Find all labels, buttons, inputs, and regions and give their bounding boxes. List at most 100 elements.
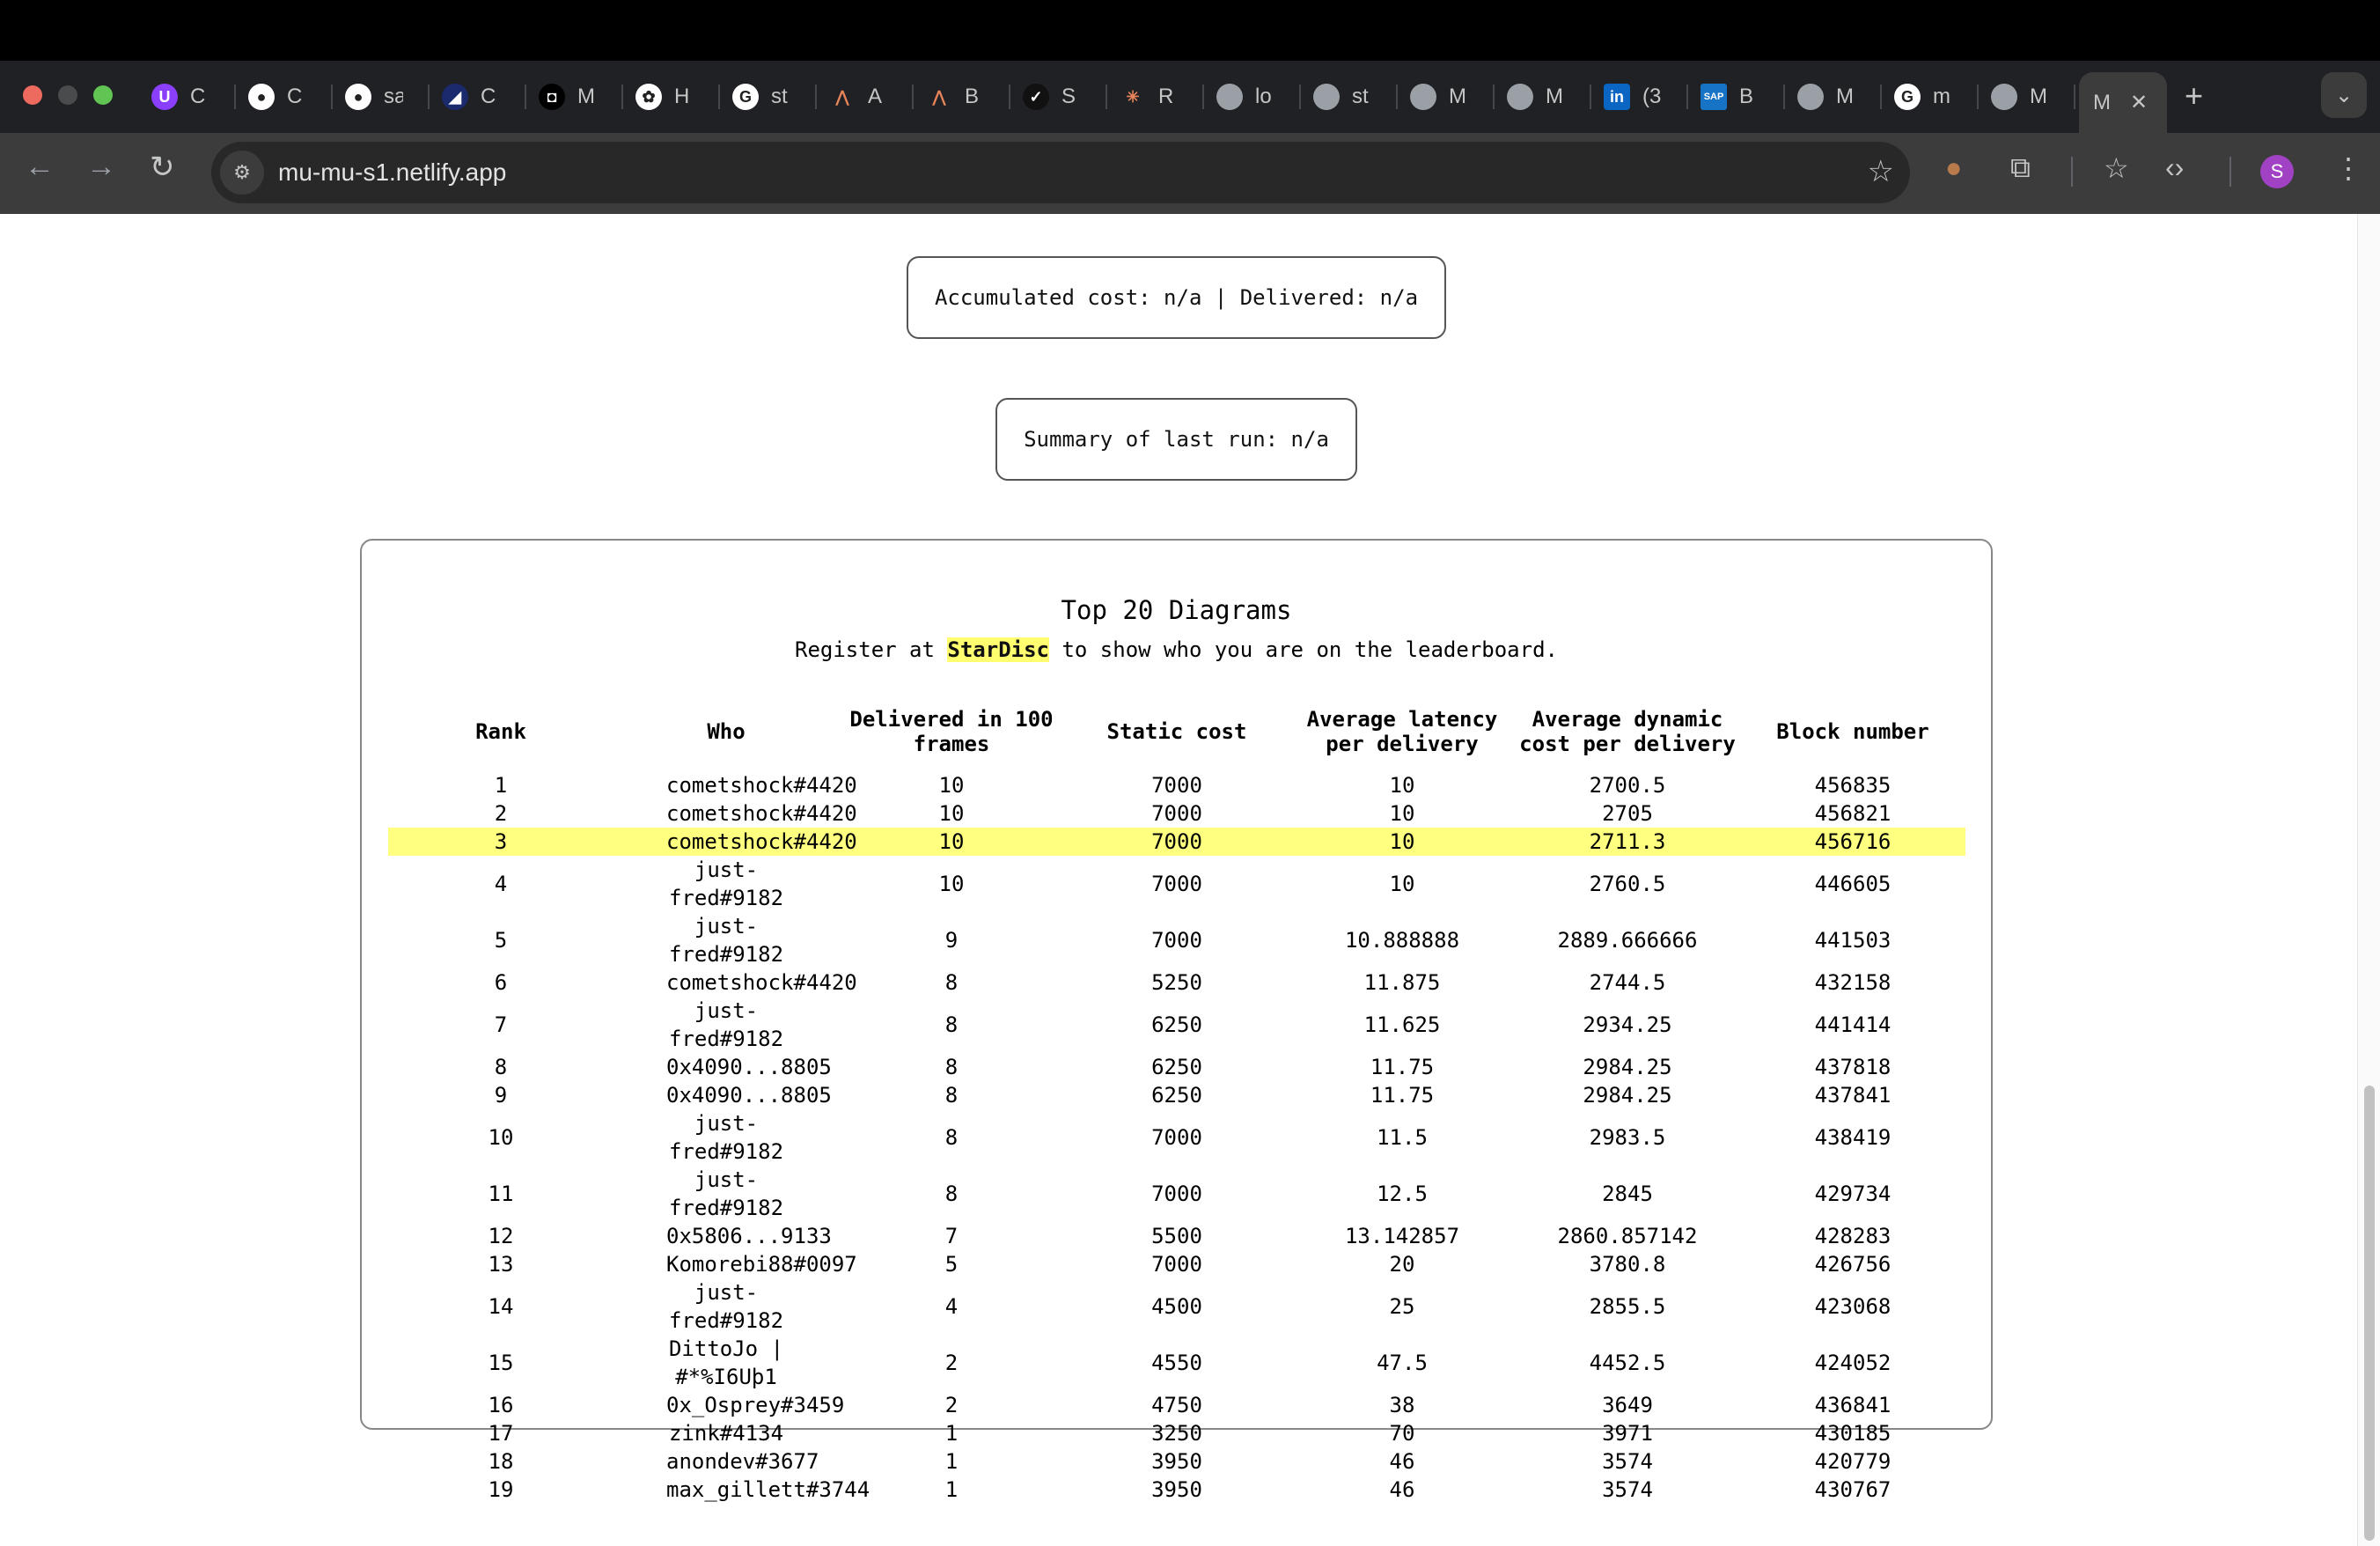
block-number-cell: 428283 (1814, 1224, 1892, 1248)
dynamic-cost-cell: 2855.5 (1589, 1294, 1666, 1319)
new-tab-button[interactable]: + (2185, 77, 2203, 114)
globe-icon (1797, 84, 1824, 110)
leaderboard-card: Top 20 Diagrams Register at StarDisc to … (360, 539, 1993, 1502)
devtools-code-icon[interactable]: ‹› (2165, 151, 2184, 184)
tab-title: R (1158, 85, 1174, 108)
tab-title: sa (384, 85, 403, 108)
block-number-cell: 436841 (1814, 1393, 1892, 1417)
stardisc-link[interactable]: StarDisc (947, 637, 1049, 662)
tab-list: U C ● C ● sa ◢ C ◘ M ✿ H Gst ⋀ A ⋀ B ✓ S ✳ Rlo st M Min (3 SAP B M G… (141, 72, 2077, 121)
scrollbar-thumb[interactable] (2364, 1086, 2375, 1541)
table-row: 1 cometshock#4420 10 7000 10 2700.5 456835 (388, 771, 1965, 799)
tab-title: M (2030, 85, 2047, 108)
table-row: 6 cometshock#4420 8 5250 11.875 2744.5 432158 (388, 968, 1965, 997)
forward-button[interactable]: → (86, 150, 116, 184)
latency-cell: 46 (1389, 1449, 1415, 1474)
tab-active[interactable]: M ✕ (2079, 72, 2167, 133)
tab[interactable]: ⋀ B (915, 72, 1012, 121)
tab[interactable]: ✓ S (1012, 72, 1109, 121)
subtitle-text: to show who you are on the leaderboard. (1061, 637, 1558, 662)
tab[interactable]: Gm (1884, 72, 1980, 121)
tab[interactable]: ✿ H (625, 72, 722, 121)
minimize-window-button[interactable] (58, 85, 77, 105)
column-header: Block number (1776, 719, 1929, 744)
latency-cell: 12.5 (1377, 1182, 1428, 1206)
table-row: 16 0x_Osprey#3459 2 4750 38 3649 436841 (388, 1391, 1965, 1419)
proton-icon: U (151, 84, 178, 110)
dynamic-cost-cell: 3971 (1602, 1421, 1653, 1446)
column-header: Rank (475, 719, 526, 744)
close-tab-icon[interactable]: ✕ (2130, 90, 2148, 115)
delivered-cell: 2 (944, 1351, 959, 1375)
table-row: 12 0x5806...9133 7 5500 13.142857 2860.857142… (388, 1222, 1965, 1250)
spacer (388, 759, 1965, 771)
tab[interactable]: ✳ R (1109, 72, 1206, 121)
rank-cell: 12 (488, 1224, 514, 1248)
tab[interactable]: SAP B (1690, 72, 1787, 121)
close-window-button[interactable] (23, 85, 42, 105)
tab[interactable]: M (1980, 72, 2077, 121)
github-icon: ● (345, 84, 371, 110)
tab-title: A (868, 85, 883, 108)
back-button[interactable]: ← (25, 150, 55, 184)
tab[interactable]: UC (141, 72, 238, 121)
github-icon: ● (248, 84, 275, 110)
tab[interactable]: M (1787, 72, 1884, 121)
extensions-icon[interactable]: ⧉ (2010, 151, 2031, 185)
profile-avatar[interactable]: S (2260, 155, 2294, 188)
tab[interactable]: ◢ C (431, 72, 528, 121)
latency-cell: 70 (1389, 1421, 1415, 1446)
tab[interactable]: Gst (722, 72, 819, 121)
tab[interactable]: lo (1206, 72, 1303, 121)
tab-title: S (1061, 85, 1076, 108)
tab[interactable]: in (3 (1593, 72, 1690, 121)
tab[interactable]: M (1496, 72, 1593, 121)
url-text[interactable]: mu-mu-s1.netlify.app (278, 158, 506, 187)
delivered-cell: 8 (944, 1182, 959, 1206)
address-bar[interactable]: ⚙ mu-mu-s1.netlify.app ☆ (211, 142, 1910, 203)
reading-list-icon[interactable]: ☆ (2104, 151, 2129, 185)
summary-box: Summary of last run: n/a (995, 398, 1357, 481)
table-header-row: Rank Who Delivered in 100 frames Static cos… (388, 704, 1965, 759)
tab[interactable]: ⋀ A (819, 72, 915, 121)
static-cost-cell: 6250 (1151, 1055, 1202, 1079)
delivered-cell: 10 (938, 801, 965, 826)
google-icon: G (732, 84, 759, 110)
globe-icon (1991, 84, 2017, 110)
dynamic-cost-cell: 3574 (1602, 1477, 1653, 1502)
dynamic-cost-cell: 4452.5 (1589, 1351, 1666, 1375)
latency-cell: 11.75 (1370, 1055, 1435, 1079)
rank-cell: 4 (494, 872, 508, 896)
delivered-cell: 1 (944, 1421, 959, 1446)
dynamic-cost-cell: 2711.3 (1515, 828, 1740, 856)
page-scrollbar[interactable] (2357, 214, 2380, 1546)
reload-button[interactable]: ↻ (150, 150, 175, 185)
tab[interactable]: st (1303, 72, 1399, 121)
tab[interactable]: ● sa (334, 72, 431, 121)
tab[interactable]: ● C (238, 72, 334, 121)
who-cell: 0x4090...8805 (666, 1083, 832, 1108)
who-cell: DittoJo | #*%I6Uþ1 (668, 1336, 784, 1389)
tab[interactable]: ◘ M (528, 72, 625, 121)
menu-icon[interactable]: ⋮ (2334, 151, 2362, 185)
dynamic-cost-cell: 3574 (1602, 1449, 1653, 1474)
claude-icon: ✳ (1126, 87, 1140, 106)
block-number-cell: 424052 (1814, 1351, 1892, 1375)
static-cost-cell: 3950 (1151, 1449, 1202, 1474)
maximize-window-button[interactable] (93, 85, 113, 105)
rank-cell: 3 (388, 828, 613, 856)
bookmark-star-icon[interactable]: ☆ (1868, 154, 1894, 189)
site-settings-icon[interactable]: ⚙ (220, 151, 264, 195)
tab[interactable]: M (1399, 72, 1496, 121)
delivered-cell: 9 (944, 928, 959, 953)
block-number-cell: 423068 (1814, 1294, 1892, 1319)
table-row: 2 cometshock#4420 10 7000 10 2705 456821 (388, 799, 1965, 828)
cookie-extension-icon[interactable]: ● (1945, 151, 1962, 184)
tab-search-button[interactable]: ⌄ (2321, 72, 2367, 118)
static-cost-cell: 3250 (1151, 1421, 1202, 1446)
rank-cell: 5 (494, 928, 508, 953)
tab-title: m (1933, 85, 1950, 108)
delivered-cell: 7 (944, 1224, 959, 1248)
rank-cell: 2 (494, 801, 508, 826)
who-cell: 0x_Osprey#3459 (666, 1393, 845, 1417)
